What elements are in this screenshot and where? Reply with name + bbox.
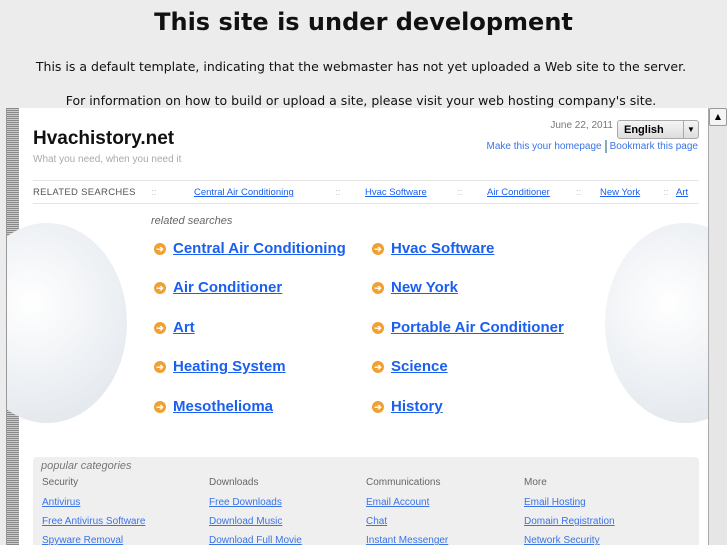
- category-link[interactable]: Instant Messenger: [366, 535, 448, 545]
- decorative-globe: [605, 223, 708, 423]
- site-frame: Hvachistory.net What you need, when you …: [6, 108, 708, 545]
- related-item[interactable]: ➔ Hvac Software: [372, 240, 494, 257]
- category-link[interactable]: Email Account: [366, 497, 448, 508]
- site-name: Hvachistory.net: [33, 128, 175, 149]
- related-item[interactable]: ➔ Central Air Conditioning: [154, 240, 346, 257]
- category-link[interactable]: Free Downloads: [209, 497, 302, 508]
- category-heading: Security: [42, 477, 79, 488]
- related-link[interactable]: Air Conditioner: [173, 279, 282, 296]
- language-value: English: [624, 124, 664, 136]
- scroll-up-icon[interactable]: ▲: [709, 108, 727, 126]
- category-link[interactable]: Network Security: [524, 535, 615, 545]
- info-text: This is a default template, indicating t…: [35, 59, 687, 74]
- arrow-circle-icon: ➔: [154, 361, 166, 373]
- separator: ::: [335, 187, 341, 198]
- popular-title: popular categories: [41, 460, 132, 472]
- arrow-circle-icon: ➔: [372, 322, 384, 334]
- category-column: Communications Email Account Chat Instan…: [366, 477, 448, 545]
- related-link[interactable]: Heating System: [173, 358, 286, 375]
- category-link[interactable]: Antivirus: [42, 497, 145, 508]
- frame-scrollbar[interactable]: ▲: [708, 108, 727, 545]
- arrow-circle-icon: ➔: [154, 322, 166, 334]
- related-title: related searches: [151, 215, 233, 227]
- related-label: RELATED SEARCHES: [33, 187, 136, 198]
- category-heading: More: [524, 477, 547, 488]
- homepage-link[interactable]: Make this your homepage: [487, 141, 602, 152]
- bookmark-link[interactable]: Bookmark this page: [610, 141, 698, 152]
- related-link[interactable]: Mesothelioma: [173, 398, 273, 415]
- language-select[interactable]: English ▼: [617, 120, 699, 139]
- related-link[interactable]: History: [391, 398, 443, 415]
- separator: ::: [457, 187, 463, 198]
- divider: [604, 140, 607, 153]
- arrow-circle-icon: ➔: [154, 243, 166, 255]
- category-link[interactable]: Free Antivirus Software: [42, 516, 145, 527]
- related-link[interactable]: Portable Air Conditioner: [391, 319, 564, 336]
- separator: ::: [576, 187, 582, 198]
- category-link[interactable]: Email Hosting: [524, 497, 615, 508]
- related-bar-link[interactable]: Hvac Software: [365, 187, 427, 198]
- related-bar-link[interactable]: New York: [600, 187, 640, 198]
- arrow-circle-icon: ➔: [372, 243, 384, 255]
- page-title: This site is under development: [154, 8, 573, 36]
- category-link[interactable]: Domain Registration: [524, 516, 615, 527]
- related-item[interactable]: ➔ Mesothelioma: [154, 398, 273, 415]
- related-searches-bar: RELATED SEARCHES :: Central Air Conditio…: [33, 180, 699, 204]
- related-link[interactable]: Science: [391, 358, 448, 375]
- related-bar-link[interactable]: Central Air Conditioning: [194, 187, 294, 198]
- related-item[interactable]: ➔ History: [372, 398, 443, 415]
- decorative-globe: [7, 223, 127, 423]
- related-item[interactable]: ➔ Science: [372, 358, 448, 375]
- related-item[interactable]: ➔ Air Conditioner: [154, 279, 282, 296]
- related-link[interactable]: Art: [173, 319, 195, 336]
- separator: ::: [151, 187, 157, 198]
- popular-categories: popular categories Security Antivirus Fr…: [33, 457, 699, 545]
- related-item[interactable]: ➔ New York: [372, 279, 458, 296]
- chevron-down-icon: ▼: [683, 121, 698, 138]
- date: June 22, 2011: [550, 120, 613, 131]
- related-item[interactable]: ➔ Heating System: [154, 358, 286, 375]
- category-link[interactable]: Download Music: [209, 516, 302, 527]
- category-heading: Communications: [366, 477, 441, 488]
- category-column: Security Antivirus Free Antivirus Softwa…: [42, 477, 145, 545]
- related-bar-link[interactable]: Art: [676, 187, 688, 198]
- related-item[interactable]: ➔ Portable Air Conditioner: [372, 319, 564, 336]
- category-link[interactable]: Chat: [366, 516, 448, 527]
- separator: ::: [663, 187, 669, 198]
- arrow-circle-icon: ➔: [372, 361, 384, 373]
- arrow-circle-icon: ➔: [154, 282, 166, 294]
- related-link[interactable]: New York: [391, 279, 458, 296]
- related-link[interactable]: Central Air Conditioning: [173, 240, 346, 257]
- category-heading: Downloads: [209, 477, 259, 488]
- arrow-circle-icon: ➔: [154, 401, 166, 413]
- related-link[interactable]: Hvac Software: [391, 240, 494, 257]
- category-column: Downloads Free Downloads Download Music …: [209, 477, 302, 545]
- related-item[interactable]: ➔ Art: [154, 319, 195, 336]
- category-link[interactable]: Download Full Movie: [209, 535, 302, 545]
- related-bar-link[interactable]: Air Conditioner: [487, 187, 550, 198]
- site-tagline: What you need, when you need it: [33, 154, 182, 165]
- info-text-2: For information on how to build or uploa…: [65, 93, 657, 108]
- category-column: More Email Hosting Domain Registration N…: [524, 477, 615, 545]
- category-link[interactable]: Spyware Removal: [42, 535, 145, 545]
- arrow-circle-icon: ➔: [372, 401, 384, 413]
- arrow-circle-icon: ➔: [372, 282, 384, 294]
